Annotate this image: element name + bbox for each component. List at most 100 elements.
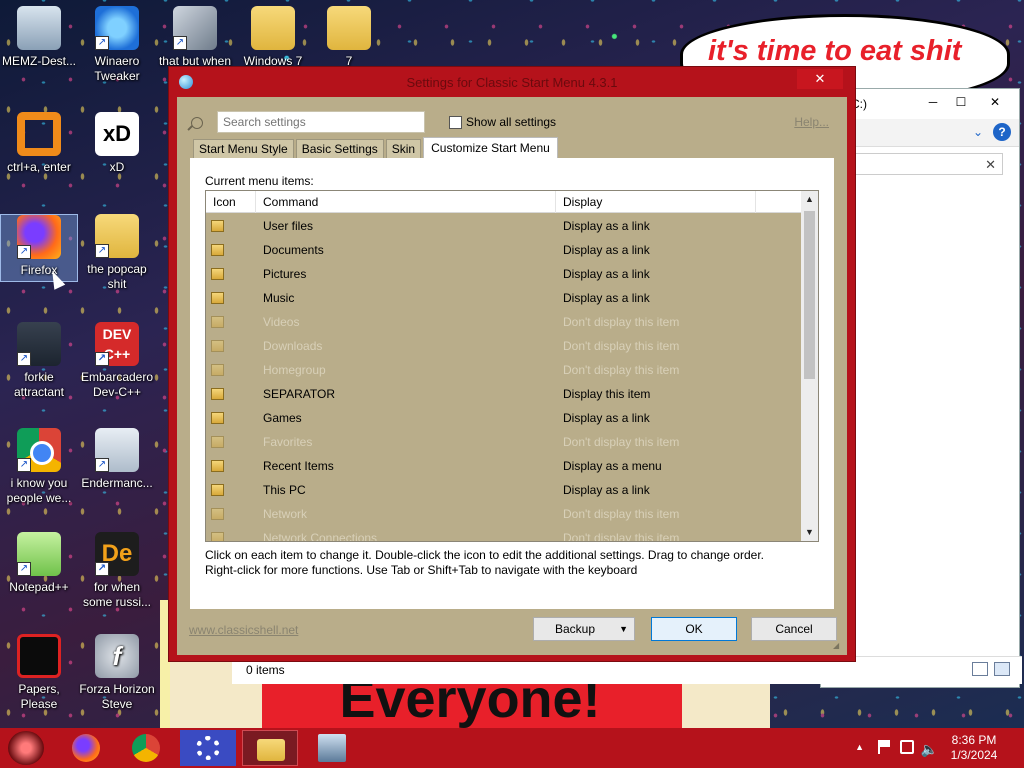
desktop-icon-devcpp[interactable]: DEV C++ ↗ Embarcadero Dev-C++ (78, 322, 156, 400)
tab-skin[interactable]: Skin (385, 139, 422, 159)
resize-grip-icon[interactable]: ◢ (833, 641, 843, 651)
taskbar-settings[interactable] (180, 730, 236, 766)
column-header-icon[interactable]: Icon (206, 191, 256, 213)
menu-item-row[interactable]: Videos Don't display this item (206, 310, 802, 334)
clear-search-icon[interactable]: ✕ (985, 157, 996, 173)
menu-item-icon[interactable] (211, 268, 224, 280)
dialog-close-button[interactable]: ✕ (797, 69, 843, 89)
minimize-button[interactable]: ─ (919, 91, 947, 113)
menu-item-icon[interactable] (211, 364, 224, 376)
start-button[interactable] (8, 731, 44, 765)
desktop-icon-windows7[interactable]: Windows 7 (234, 6, 312, 69)
list-scrollbar[interactable]: ▲ ▼ (801, 191, 818, 541)
help-icon[interactable]: ? (993, 123, 1011, 141)
menu-item-row[interactable]: Homegroup Don't display this item (206, 358, 802, 382)
menu-item-display[interactable]: Display as a link (563, 411, 650, 425)
desktop-icon-notepadpp[interactable]: ↗ Notepad++ (0, 532, 78, 595)
taskbar-chrome[interactable] (118, 730, 174, 766)
menu-item-icon[interactable] (211, 316, 224, 328)
menu-item-display[interactable]: Display as a link (563, 243, 650, 257)
cancel-button[interactable]: Cancel (751, 617, 837, 641)
desktop-icon-7[interactable]: 7 (310, 6, 388, 69)
desktop-icon-de[interactable]: De ↗ for when some russi... (78, 532, 156, 610)
menu-item-icon[interactable] (211, 292, 224, 304)
menu-item-icon[interactable] (211, 388, 224, 400)
desktop-icon-forkie[interactable]: ↗ forkie attractant (0, 322, 78, 400)
large-icons-view-icon[interactable] (994, 662, 1010, 676)
menu-item-row[interactable]: SEPARATOR Display this item (206, 382, 802, 406)
menu-item-row[interactable]: Favorites Don't display this item (206, 430, 802, 454)
menu-item-display[interactable]: Display this item (563, 387, 650, 401)
tab-start-menu-style[interactable]: Start Menu Style (193, 139, 294, 159)
settings-dialog[interactable]: Settings for Classic Start Menu 4.3.1 ✕ … (168, 66, 856, 662)
taskbar-file-explorer[interactable] (242, 730, 298, 766)
taskbar-firefox[interactable] (58, 730, 114, 766)
tab-basic-settings[interactable]: Basic Settings (295, 139, 384, 159)
explorer-close-button[interactable]: ✕ (981, 91, 1009, 113)
scroll-thumb[interactable] (804, 211, 815, 379)
action-center-flag-icon[interactable] (878, 740, 890, 754)
desktop-icon-memz[interactable]: MEMZ-Dest... (0, 6, 78, 69)
menu-item-icon[interactable] (211, 436, 224, 448)
explorer-search-input[interactable]: ✕ (855, 153, 1003, 175)
menu-item-display[interactable]: Don't display this item (563, 507, 679, 521)
menu-item-row[interactable]: Downloads Don't display this item (206, 334, 802, 358)
menu-item-display[interactable]: Don't display this item (563, 435, 679, 449)
details-view-icon[interactable] (972, 662, 988, 676)
desktop-icon-winaero[interactable]: ↗ Winaero Tweaker (78, 6, 156, 84)
menu-item-display[interactable]: Display as a link (563, 483, 650, 497)
desktop-icon-endermanch[interactable]: ↗ Endermanc... (78, 428, 156, 491)
menu-item-row[interactable]: Network Connections Don't display this it… (206, 526, 802, 541)
search-settings-input[interactable] (217, 111, 425, 133)
menu-item-icon[interactable] (211, 508, 224, 520)
scroll-down-icon[interactable]: ▼ (801, 524, 818, 541)
tab-customize-start-menu[interactable]: Customize Start Menu (423, 137, 558, 159)
desktop-icon-popcap[interactable]: ↗ the popcap shit (78, 214, 156, 292)
menu-item-row[interactable]: User files Display as a link (206, 214, 802, 238)
clock[interactable]: 8:36 PM 1/3/2024 (944, 733, 1004, 763)
desktop-icon-papers-please[interactable]: Papers, Please (0, 634, 78, 712)
menu-item-row[interactable]: Music Display as a link (206, 286, 802, 310)
desktop-icon-ctrl-a-enter[interactable]: ctrl+a, enter (0, 112, 78, 175)
dialog-titlebar[interactable]: Settings for Classic Start Menu 4.3.1 ✕ (169, 67, 855, 97)
show-all-checkbox[interactable] (449, 115, 462, 129)
desktop-icon-firefox[interactable]: ↗ Firefox (0, 214, 78, 282)
menu-item-display[interactable]: Don't display this item (563, 339, 679, 353)
menu-item-row[interactable]: Recent Items Display as a menu (206, 454, 802, 478)
menu-item-display[interactable]: Don't display this item (563, 363, 679, 377)
backup-button[interactable]: Backup ▼ (533, 617, 635, 641)
menu-item-display[interactable]: Display as a menu (563, 459, 662, 473)
desktop-icon-that-but-when[interactable]: ↗ that but when (156, 6, 234, 69)
menu-item-row[interactable]: Pictures Display as a link (206, 262, 802, 286)
menu-item-icon[interactable] (211, 412, 224, 424)
menu-item-display[interactable]: Display as a link (563, 267, 650, 281)
menu-item-icon[interactable] (211, 244, 224, 256)
menu-item-icon[interactable] (211, 532, 224, 541)
column-header-display[interactable]: Display (556, 191, 756, 213)
menu-items-list[interactable]: Icon Command Display User files Display a… (205, 190, 819, 542)
volume-icon[interactable]: 🔈 (921, 741, 938, 758)
menu-item-row[interactable]: This PC Display as a link (206, 478, 802, 502)
menu-item-icon[interactable] (211, 220, 224, 232)
menu-item-row[interactable]: Games Display as a link (206, 406, 802, 430)
menu-item-row[interactable]: Network Don't display this item (206, 502, 802, 526)
show-all-settings-toggle[interactable]: Show all settings (449, 115, 556, 129)
menu-item-display[interactable]: Don't display this item (563, 315, 679, 329)
column-header-command[interactable]: Command (256, 191, 556, 213)
show-hidden-icons-icon[interactable]: ▲ (855, 742, 864, 752)
scroll-up-icon[interactable]: ▲ (801, 191, 818, 208)
menu-item-display[interactable]: Display as a link (563, 291, 650, 305)
taskbar-network-app[interactable] (304, 730, 360, 766)
menu-item-icon[interactable] (211, 340, 224, 352)
chevron-down-icon[interactable]: ⌄ (973, 125, 983, 139)
classic-shell-website-link[interactable]: www.classicshell.net (189, 623, 298, 637)
menu-item-icon[interactable] (211, 484, 224, 496)
maximize-button[interactable]: ☐ (947, 91, 975, 113)
menu-item-row[interactable]: Documents Display as a link (206, 238, 802, 262)
desktop-icon-xd[interactable]: xD xD (78, 112, 156, 175)
menu-item-icon[interactable] (211, 460, 224, 472)
menu-item-display[interactable]: Display as a link (563, 219, 650, 233)
menu-item-display[interactable]: Don't display this item (563, 531, 679, 541)
ok-button[interactable]: OK (651, 617, 737, 641)
desktop-icon-forza[interactable]: f Forza Horizon Steve (78, 634, 156, 712)
